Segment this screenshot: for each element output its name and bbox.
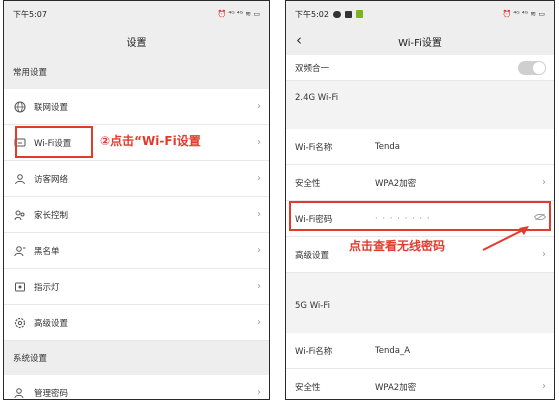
chevron-right-icon: › [542,249,546,260]
settings-item-indicator[interactable]: 指示灯 › [4,269,269,305]
security-label: 安全性 [295,178,321,189]
security-value: WPA2加密 [375,382,417,393]
status-time: 下午5:02 [295,9,329,19]
page-title: Wi-Fi设置 [398,37,442,49]
chevron-right-icon: › [257,387,261,398]
status-bar: 下午5:07 ⏰ ⁴ᴳ ⁴ᴳ ≋ ▭ [4,1,269,27]
status-icons: ⏰ ⁴ᴳ ⁴ᴳ ≋ ▭ [217,10,260,18]
settings-item-label: 指示灯 [34,282,60,293]
chevron-right-icon: › [257,137,261,148]
settings-item-parental[interactable]: 家长控制 › [4,197,269,233]
section-header-24g: 2.4G Wi-Fi [286,81,554,115]
chevron-right-icon: › [257,101,261,112]
phone-screen-wifi: 下午5:02 ⏰ ⁴ᴳ ⁴ᴳ ≋ ▭ ‹ Wi-Fi设置 双频合一 2.4G W… [285,0,555,400]
security-label: 安全性 [295,382,321,393]
settings-item-label: 访客网络 [34,174,69,185]
dual-band-row: 双频合一 [286,55,554,81]
highlight-box-wifi [15,126,93,158]
annotation-view-password: 点击查看无线密码 [349,239,446,253]
annotation-click-wifi: ②点击“Wi-Fi设置 [100,134,201,148]
section-spacer [286,273,554,293]
chevron-right-icon: › [542,177,546,188]
title-bar: 设置 [4,27,269,55]
section-spacer [286,319,554,333]
globe-icon [13,100,27,114]
wifi-name-row-24g[interactable]: Wi-Fi名称 Tenda [286,129,554,165]
indicator-light-icon [13,280,27,294]
chevron-right-icon: › [257,209,261,220]
advanced-settings-icon [13,316,27,330]
annotation-arrow [482,226,529,251]
back-arrow-icon[interactable]: ‹ [296,31,302,49]
admin-password-icon [13,386,27,400]
wifi-name-value: Tenda [375,141,400,152]
section-spacer [286,115,554,129]
settings-item-label: 管理密码 [34,388,69,399]
status-time: 下午5:07 [13,9,47,19]
title-bar: ‹ Wi-Fi设置 [286,27,554,55]
security-row-5g[interactable]: 安全性 WPA2加密 › [286,369,554,399]
blacklist-icon [13,244,27,258]
wifi-name-label: Wi-Fi名称 [295,142,333,153]
wifi-name-row-5g[interactable]: Wi-Fi名称 Tenda_A [286,333,554,369]
settings-item-label: 家长控制 [34,210,69,221]
settings-item-network[interactable]: 联网设置 › [4,89,269,125]
phone-screen-settings: 下午5:07 ⏰ ⁴ᴳ ⁴ᴳ ≋ ▭ 设置 常用设置 联网设置 › Wi-Fi设… [3,0,270,400]
settings-item-label: 黑名单 [34,246,60,257]
security-value: WPA2加密 [375,178,417,189]
section-header-label: 5G Wi-Fi [295,301,330,311]
dual-band-label: 双频合一 [295,63,330,74]
status-bar: 下午5:02 ⏰ ⁴ᴳ ⁴ᴳ ≋ ▭ [286,1,554,27]
status-icons-text: ⏰ ⁴ᴳ ⁴ᴳ ≋ ▭ [217,10,260,18]
page-title: 设置 [126,37,147,49]
settings-item-advanced[interactable]: 高级设置 › [4,305,269,341]
section-header-common: 常用设置 [4,55,269,89]
chevron-right-icon: › [257,245,261,256]
chevron-right-icon: › [257,317,261,328]
status-icons-text: ⏰ ⁴ᴳ ⁴ᴳ ≋ ▭ [502,10,545,18]
settings-item-admin-password[interactable]: 管理密码 › [4,375,269,400]
security-row-24g[interactable]: 安全性 WPA2加密 › [286,165,554,201]
section-header-5g: 5G Wi-Fi [286,293,554,319]
guest-network-icon [13,172,27,186]
section-header-label: 常用设置 [13,68,48,78]
parental-control-icon [13,208,27,222]
settings-item-label: 高级设置 [34,318,69,329]
section-header-system: 系统设置 [4,341,269,375]
dual-band-toggle[interactable] [518,60,546,75]
chat-notification-icon [332,10,341,18]
section-header-label: 系统设置 [13,354,48,364]
settings-item-label: 联网设置 [34,102,69,113]
section-header-label: 2.4G Wi-Fi [295,93,339,103]
chevron-right-icon: › [542,381,546,392]
wifi-name-value: Tenda_A [375,345,411,356]
image-notification-icon [344,10,352,18]
app-notification-icon [355,10,363,18]
status-icons: ⏰ ⁴ᴳ ⁴ᴳ ≋ ▭ [502,10,545,18]
settings-item-blacklist[interactable]: 黑名单 › [4,233,269,269]
wifi-name-label: Wi-Fi名称 [295,346,333,357]
settings-item-guest[interactable]: 访客网络 › [4,161,269,197]
chevron-right-icon: › [257,281,261,292]
chevron-right-icon: › [257,173,261,184]
